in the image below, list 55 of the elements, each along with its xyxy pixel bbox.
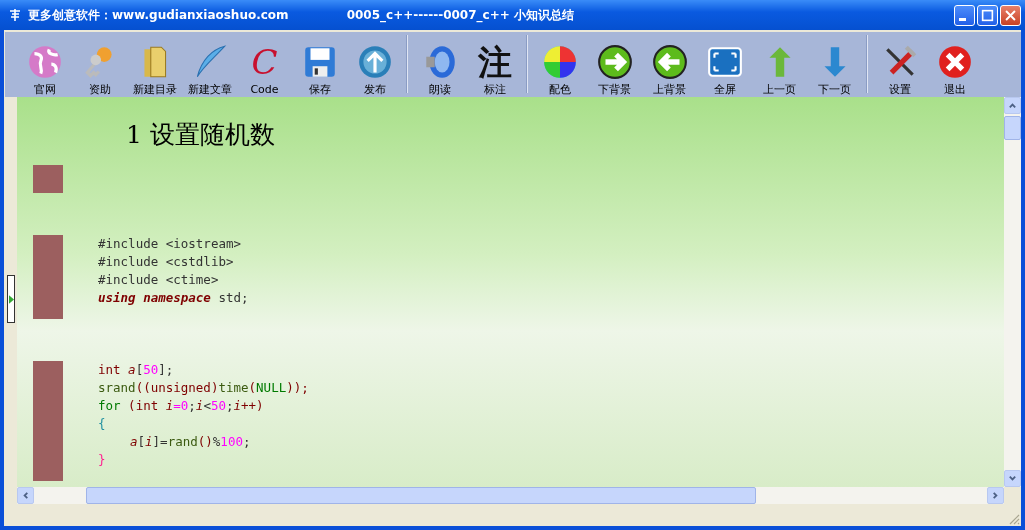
maximize-button[interactable]: [977, 4, 998, 26]
toolbar-button[interactable]: 上背景: [642, 33, 697, 97]
glyph-icon: C: [251, 43, 278, 81]
right-arrow-circle-icon: [595, 43, 634, 81]
code-line: #include <iostream>: [98, 235, 242, 253]
toolbar-button[interactable]: 下一页: [807, 33, 862, 97]
code-line: for (int i=0;i<50;i++): [98, 397, 265, 415]
scroll-down-button[interactable]: [1004, 470, 1021, 487]
chevron-right-icon: [991, 491, 1000, 500]
code-line: #include <cstdlib>: [98, 253, 235, 271]
glyph-icon: 注: [477, 43, 512, 81]
scroll-right-button[interactable]: [987, 487, 1004, 504]
triangle-icon: [8, 294, 14, 304]
document-title: 0005_c++------0007_c++ 小知识总结: [346, 6, 574, 24]
minimize-icon: [958, 17, 966, 21]
window-title: 更多创意软件：www.gudianxiaoshuo.com: [28, 6, 289, 24]
resize-grip-icon: [1008, 513, 1020, 525]
toolbar-button[interactable]: 资助: [72, 33, 127, 97]
toolbar-button[interactable]: 朗读: [412, 33, 467, 97]
toolbar-button[interactable]: 新建文章: [182, 33, 237, 97]
code-line: {: [98, 415, 107, 433]
toolbar-button[interactable]: 退出: [927, 33, 982, 97]
toolbar-button[interactable]: 全屏: [697, 33, 752, 97]
toolbar-button[interactable]: 下背景: [587, 33, 642, 97]
close-button[interactable]: [1000, 4, 1021, 26]
toolbar-button[interactable]: 新建目录: [127, 33, 182, 97]
chevron-left-icon: [21, 491, 30, 500]
scroll-left-button[interactable]: [17, 487, 34, 504]
block-marker: [33, 165, 63, 193]
minimize-button[interactable]: [954, 4, 975, 26]
code-line: srand((unsigned)time(NULL));: [98, 379, 309, 397]
chevron-up-icon: [1008, 101, 1017, 110]
horizontal-scrollbar[interactable]: [17, 487, 1004, 504]
toolbar-button[interactable]: 发布: [347, 33, 402, 97]
section-heading: 1 设置随机数: [126, 119, 276, 151]
vertical-scrollbar[interactable]: [1004, 97, 1021, 487]
code-line: int a[50];: [98, 361, 175, 379]
code-line: using namespace std;: [98, 289, 249, 307]
toolbar-button[interactable]: 配色: [532, 33, 587, 97]
toolbar-button[interactable]: C Code: [237, 33, 292, 97]
panel-toggle[interactable]: [7, 275, 15, 323]
code-line: #include <ctime>: [98, 271, 220, 289]
toolbar-button[interactable]: 注 标注: [467, 33, 522, 97]
toolbar-button[interactable]: 保存: [292, 33, 347, 97]
app-icon: [8, 8, 22, 22]
code-line: a[i]=rand()%100;: [129, 433, 252, 451]
left-arrow-circle-icon: [650, 43, 689, 81]
chevron-down-icon: [1008, 474, 1017, 483]
toolbar-button[interactable]: 设置: [872, 33, 927, 97]
toolbar-button[interactable]: 上一页: [752, 33, 807, 97]
scroll-thumb[interactable]: [1004, 116, 1021, 140]
scroll-up-button[interactable]: [1004, 97, 1021, 114]
scroll-thumb[interactable]: [86, 487, 756, 504]
code-line: }: [98, 451, 107, 469]
toolbar-button[interactable]: 官网: [17, 33, 72, 97]
